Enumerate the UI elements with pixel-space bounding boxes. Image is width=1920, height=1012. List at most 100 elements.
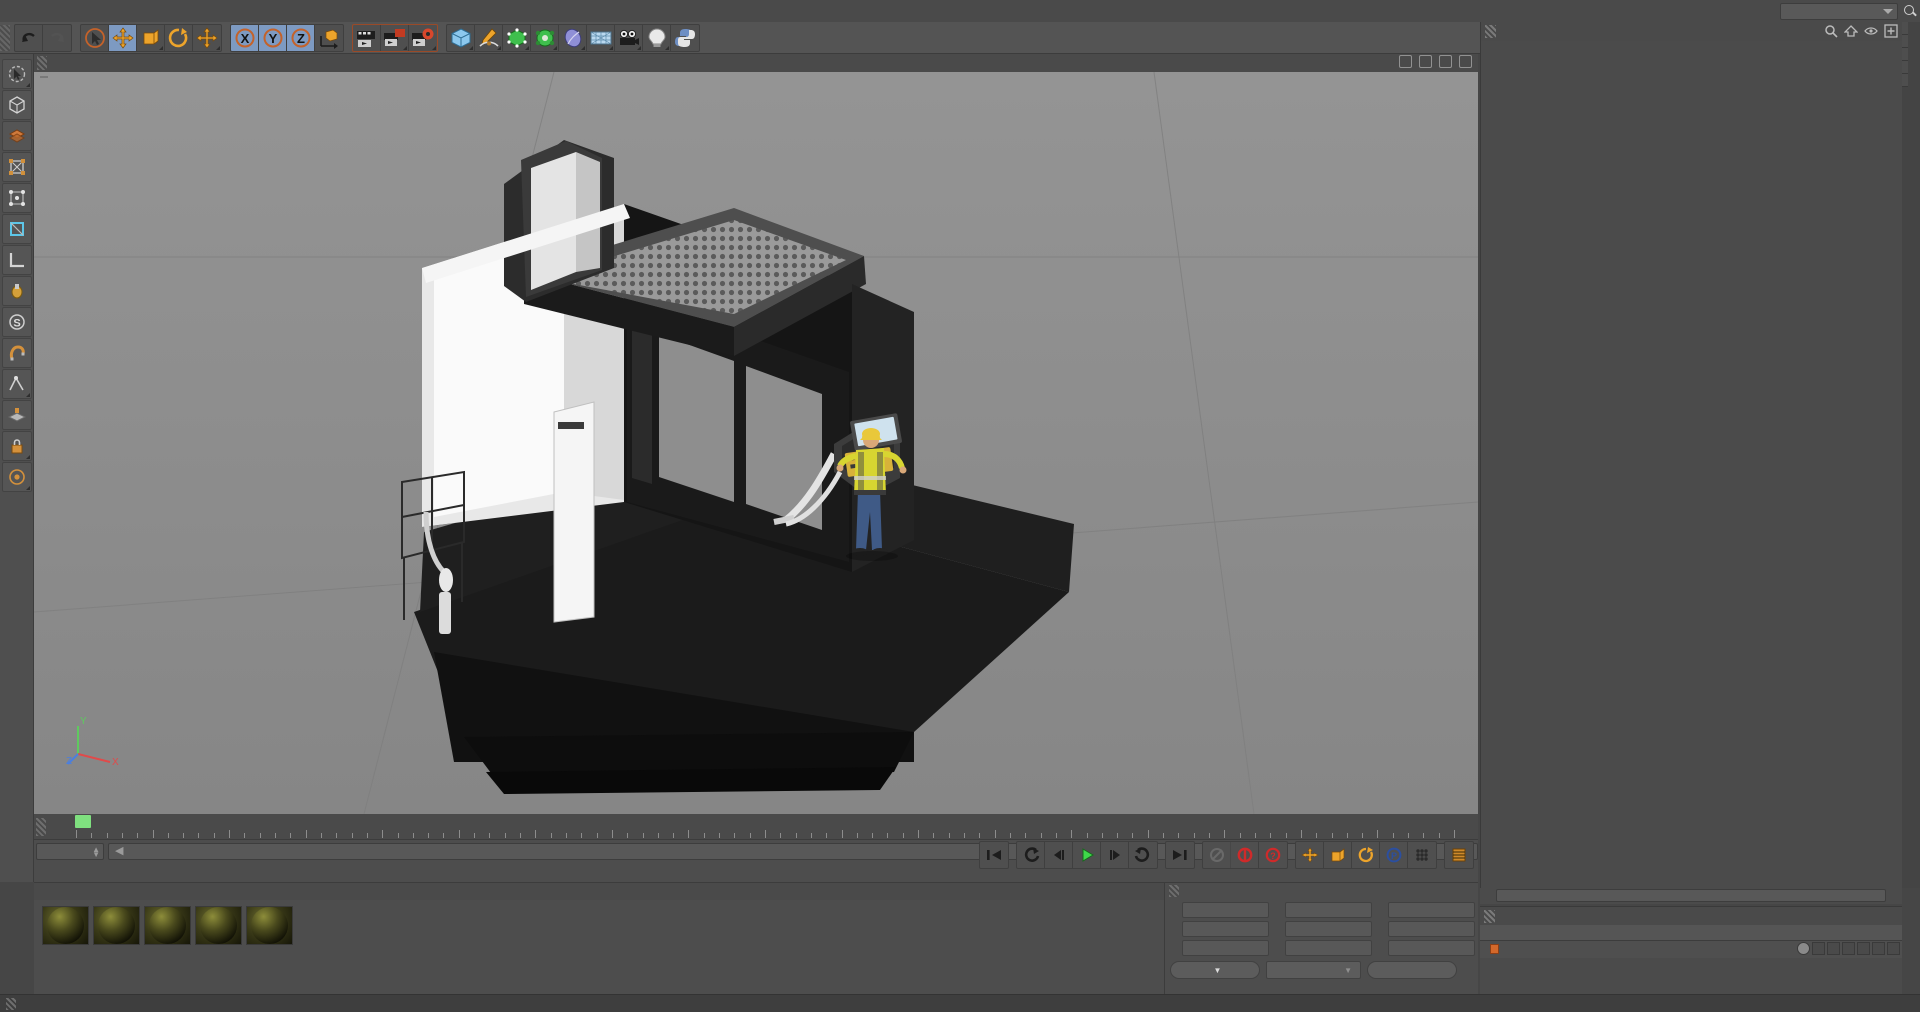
material-swatch[interactable] (195, 906, 242, 945)
go-to-end-icon[interactable] (1166, 842, 1194, 868)
undo-icon[interactable] (15, 24, 43, 51)
search-icon[interactable] (1824, 24, 1838, 38)
move-icon[interactable] (109, 24, 137, 51)
timeline-view-icon[interactable] (1445, 842, 1473, 868)
parameter-key-icon[interactable]: P (1380, 842, 1408, 868)
object-manager-grip[interactable] (1485, 25, 1496, 38)
play-forward-icon[interactable] (1073, 842, 1101, 868)
zoom-icon[interactable] (1419, 55, 1432, 68)
camera-icon[interactable] (615, 24, 643, 51)
move-alt-icon[interactable] (193, 25, 221, 51)
rotate-icon[interactable] (165, 24, 193, 51)
home-icon[interactable] (1843, 24, 1859, 38)
point-level-anim-icon[interactable] (1408, 842, 1436, 868)
generator-icon[interactable] (503, 24, 531, 51)
step-back-icon[interactable] (1045, 842, 1073, 868)
points-mode-icon[interactable] (2, 183, 32, 213)
material-swatch[interactable] (93, 906, 140, 945)
render-icon[interactable] (1827, 942, 1840, 955)
sidetab-objects[interactable] (1902, 22, 1908, 35)
render-settings-icon[interactable] (409, 25, 437, 51)
size-field[interactable] (1285, 920, 1372, 937)
current-frame-input[interactable]: ▲ ▼ (36, 842, 104, 860)
selected-dot-icon[interactable] (1797, 942, 1810, 955)
axis-z-icon[interactable]: Z (287, 24, 315, 51)
select-cursor-icon[interactable] (81, 24, 109, 51)
play-backwards-icon[interactable] (1017, 842, 1045, 868)
material-swatch[interactable] (42, 906, 89, 945)
workplane-icon[interactable] (2, 400, 32, 430)
coordinates-grip[interactable] (1169, 885, 1179, 897)
texture-axis-icon[interactable] (2, 121, 32, 151)
position-field[interactable] (1182, 901, 1269, 918)
lock-icon[interactable] (1857, 942, 1870, 955)
material-preview-sphere[interactable] (246, 906, 293, 945)
render-region-icon[interactable] (381, 24, 409, 51)
generator-icon[interactable] (1887, 942, 1900, 955)
timeline-ruler[interactable] (34, 814, 1478, 840)
current-frame-marker[interactable] (75, 815, 91, 828)
lock-axis-icon[interactable] (2, 431, 32, 461)
magnet-icon[interactable] (2, 338, 32, 368)
position-field[interactable] (1182, 939, 1269, 956)
material-preview-sphere[interactable] (144, 906, 191, 945)
size-field[interactable] (1285, 939, 1372, 956)
edges-mode-icon[interactable] (2, 214, 32, 244)
scale-icon[interactable] (137, 24, 165, 51)
attribute-object-row[interactable] (1480, 941, 1902, 958)
rotation-field[interactable] (1388, 901, 1475, 918)
animation-icon[interactable] (1872, 942, 1885, 955)
orbit-icon[interactable] (1439, 55, 1452, 68)
toolbar-grip[interactable] (0, 24, 10, 51)
material-preview-sphere[interactable] (195, 906, 242, 945)
material-preview-sphere[interactable] (93, 906, 140, 945)
stepper-icon[interactable]: ▲▼ (92, 845, 100, 858)
box-model-icon[interactable] (2, 90, 32, 120)
size-field[interactable] (1285, 901, 1372, 918)
render-view-icon[interactable] (353, 24, 381, 51)
spline-pen-icon[interactable] (475, 24, 503, 51)
add-layer-icon[interactable] (1884, 24, 1898, 38)
axis-mode-icon[interactable] (2, 276, 32, 306)
maximize-icon[interactable] (1459, 55, 1472, 68)
sidetab-takes[interactable] (1902, 35, 1908, 48)
polygon-mode-icon[interactable] (2, 152, 32, 182)
attribute-menu-grip[interactable] (1484, 909, 1495, 923)
object-tree-list[interactable] (1481, 41, 1902, 887)
rotation-field[interactable] (1388, 939, 1475, 956)
enable-axis-icon[interactable]: S (2, 307, 32, 337)
scene-object-icon[interactable] (559, 24, 587, 51)
position-field[interactable] (1182, 920, 1269, 937)
cube-primitive-icon[interactable] (447, 24, 475, 51)
scale-key-icon[interactable] (1324, 842, 1352, 868)
record-keyframe-icon[interactable] (1231, 842, 1259, 868)
apply-button[interactable] (1367, 961, 1457, 979)
snap-icon[interactable] (2, 369, 32, 399)
material-preview-sphere[interactable] (42, 906, 89, 945)
viewport-menu-grip[interactable] (37, 56, 47, 70)
redo-icon[interactable] (43, 25, 71, 51)
rotation-key-icon[interactable] (1352, 842, 1380, 868)
viewport-3d-canvas[interactable]: Y X Z (34, 72, 1478, 814)
visible-icon[interactable] (1812, 942, 1825, 955)
play-loop-icon[interactable] (1129, 842, 1157, 868)
axis-x-icon[interactable]: X (231, 24, 259, 51)
coordinate-mode-dropdown[interactable]: ▼ (1170, 961, 1260, 979)
python-icon[interactable] (671, 25, 699, 51)
world-object-axis-icon[interactable] (315, 25, 343, 51)
sidetab-attributes[interactable] (1902, 74, 1908, 87)
model-mode-icon[interactable] (2, 245, 32, 275)
layout-dropdown[interactable] (1780, 2, 1898, 20)
pan-icon[interactable] (1399, 55, 1412, 68)
autokey-off-icon[interactable] (1203, 842, 1231, 868)
rotation-field[interactable] (1388, 920, 1475, 937)
deformer-icon[interactable] (531, 24, 559, 51)
keyframe-selection-icon[interactable]: ? (1259, 842, 1287, 868)
environment-icon[interactable] (587, 24, 615, 51)
sidetab-content-browser[interactable] (1902, 48, 1908, 61)
sidetab-structure[interactable] (1902, 61, 1908, 74)
material-swatch[interactable] (246, 906, 293, 945)
axis-y-icon[interactable]: Y (259, 24, 287, 51)
live-selection-icon[interactable] (2, 59, 32, 89)
status-bar-grip[interactable] (6, 997, 16, 1010)
